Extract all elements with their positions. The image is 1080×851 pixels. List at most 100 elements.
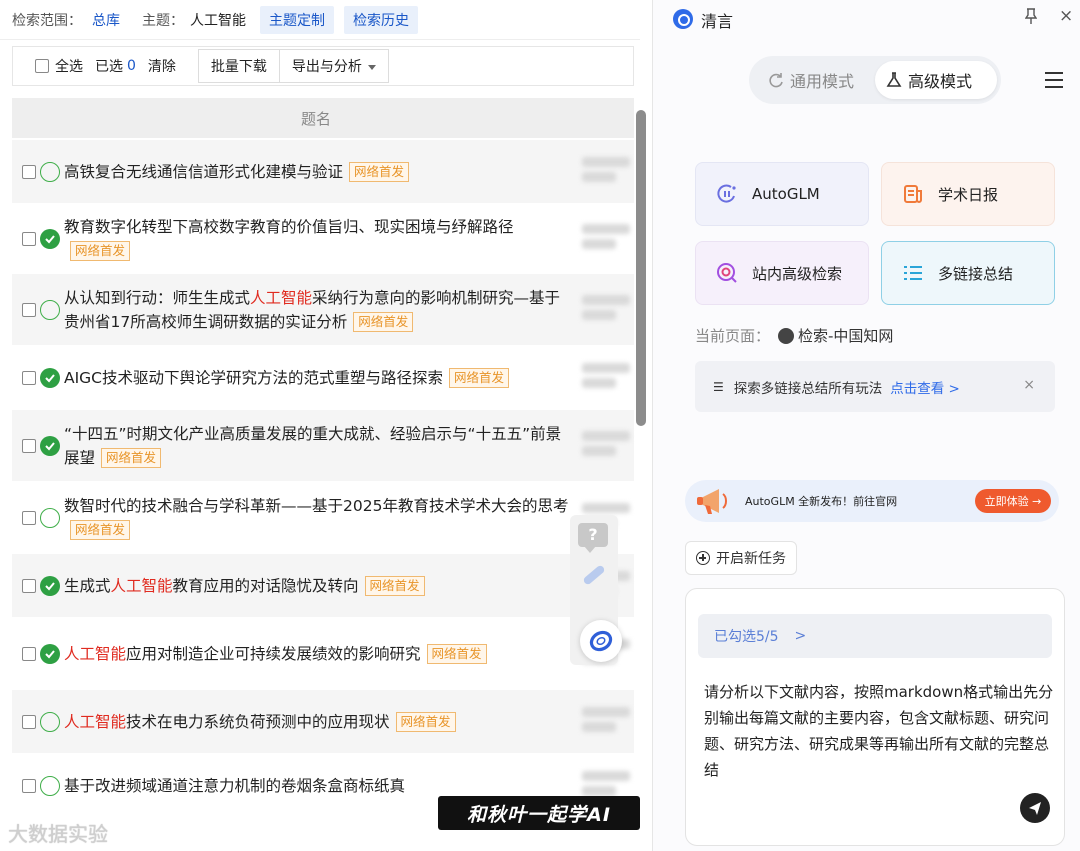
menu-icon[interactable] bbox=[1045, 72, 1063, 93]
current-page-site: 检索-中国知网 bbox=[778, 325, 893, 346]
title-text: 生成式 bbox=[64, 576, 111, 595]
select-all-label[interactable]: 全选 bbox=[55, 56, 83, 76]
row-checkbox[interactable] bbox=[22, 370, 36, 385]
table-row[interactable]: 生成式人工智能教育应用的对话隐忧及转向 网络首发 bbox=[12, 554, 634, 618]
title-keyword-highlight: 人工智能 bbox=[110, 576, 173, 595]
table-row[interactable]: 从认知到行动：师生生成式人工智能采纳行为意向的影响机制研究—基于贵州省17所高校… bbox=[12, 274, 634, 346]
author-column-blurred bbox=[582, 152, 630, 192]
row-checkbox[interactable] bbox=[22, 778, 36, 793]
feedback-icon[interactable]: ? bbox=[578, 523, 608, 553]
assistant-header: 清言 × bbox=[653, 0, 1080, 38]
result-title-link[interactable]: 数智时代的技术融合与学科革新——基于2025年教育技术学术大会的思考网络首发 bbox=[64, 494, 569, 542]
table-row[interactable]: 教育数字化转型下高校数字教育的价值旨归、现实困境与纾解路径网络首发 bbox=[12, 204, 634, 274]
qingyan-assistant-panel: 清言 × 通用模式 高级模式 AutoGLM 学术日报 站内高级检索 多链接总结… bbox=[652, 0, 1080, 851]
list-icon bbox=[900, 260, 926, 286]
plus-circle-icon bbox=[696, 551, 710, 565]
result-title-link[interactable]: 高铁复合无线通信信道形式化建模与验证 网络首发 bbox=[64, 160, 569, 184]
table-row[interactable]: “十四五”时期文化产业高质量发展的重大成就、经验启示与“十五五”前景展望 网络首发 bbox=[12, 410, 634, 482]
general-mode-tab[interactable]: 通用模式 bbox=[759, 61, 871, 99]
table-row[interactable]: 数智时代的技术融合与学科革新——基于2025年教育技术学术大会的思考网络首发 bbox=[12, 482, 634, 554]
online-first-badge: 网络首发 bbox=[395, 711, 456, 732]
assistant-name: 清言 bbox=[701, 12, 734, 31]
table-row[interactable]: 高铁复合无线通信信道形式化建模与验证 网络首发 bbox=[12, 140, 634, 204]
check-circle-icon[interactable] bbox=[40, 435, 60, 456]
author-column-blurred bbox=[582, 426, 630, 466]
title-text: 数智时代的技术融合与学科革新——基于2025年教育技术学术大会的思考 bbox=[64, 496, 569, 515]
scrollbar[interactable] bbox=[636, 110, 646, 426]
online-first-badge: 网络首发 bbox=[364, 575, 425, 596]
check-circle-icon[interactable] bbox=[40, 367, 60, 388]
advanced-search-card[interactable]: 站内高级检索 bbox=[695, 241, 869, 305]
row-checkbox[interactable] bbox=[22, 714, 36, 729]
custom-theme-button[interactable]: 主题定制 bbox=[260, 5, 334, 34]
scope-label: 检索范围： bbox=[12, 12, 82, 29]
mode-switch: 通用模式 高级模式 bbox=[749, 56, 1001, 104]
export-analyze-dropdown[interactable]: 导出与分析 bbox=[279, 49, 389, 83]
qingyan-float-button[interactable] bbox=[580, 620, 622, 662]
result-title-link[interactable]: 从认知到行动：师生生成式人工智能采纳行为意向的影响机制研究—基于贵州省17所高校… bbox=[64, 286, 569, 334]
empty-circle-icon[interactable] bbox=[40, 507, 60, 528]
table-row[interactable]: 人工智能技术在电力系统负荷预测中的应用现状 网络首发 bbox=[12, 690, 634, 754]
theme-value: 人工智能 bbox=[190, 12, 246, 29]
empty-circle-icon[interactable] bbox=[40, 299, 60, 320]
online-first-badge: 网络首发 bbox=[70, 519, 131, 540]
prompt-text[interactable]: 请分析以下文献内容，按照markdown格式输出先分别输出每篇文献的主要内容，包… bbox=[704, 679, 1054, 783]
result-title-link[interactable]: 人工智能技术在电力系统负荷预测中的应用现状 网络首发 bbox=[64, 710, 569, 734]
row-checkbox[interactable] bbox=[22, 231, 36, 246]
title-text: AIGC技术驱动下舆论学研究方法的范式重塑与路径探索 bbox=[64, 368, 444, 387]
chevron-down-icon bbox=[367, 64, 376, 70]
title-text: 应用对制造企业可持续发展绩效的影响研究 bbox=[126, 644, 421, 663]
qingyan-logo-icon bbox=[589, 630, 613, 652]
empty-circle-icon[interactable] bbox=[40, 775, 60, 796]
academic-daily-card[interactable]: 学术日报 bbox=[881, 162, 1055, 226]
table-row[interactable]: 人工智能应用对制造企业可持续发展绩效的影响研究 网络首发 bbox=[12, 618, 634, 690]
check-circle-icon[interactable] bbox=[40, 575, 60, 596]
check-circle-icon[interactable] bbox=[40, 643, 60, 664]
row-checkbox[interactable] bbox=[22, 510, 36, 525]
search-icon bbox=[714, 260, 740, 286]
title-text: 高铁复合无线通信信道形式化建模与验证 bbox=[64, 162, 344, 181]
pen-icon[interactable] bbox=[582, 564, 606, 586]
row-checkbox[interactable] bbox=[22, 646, 36, 661]
autoglm-icon bbox=[714, 181, 740, 207]
clear-button[interactable]: 清除 bbox=[148, 56, 176, 76]
result-title-link[interactable]: 生成式人工智能教育应用的对话隐忧及转向 网络首发 bbox=[64, 574, 569, 598]
advanced-mode-tab[interactable]: 高级模式 bbox=[875, 61, 997, 99]
pin-icon[interactable] bbox=[1024, 8, 1038, 28]
title-text: 教育应用的对话隐忧及转向 bbox=[172, 576, 359, 595]
table-row[interactable]: AIGC技术驱动下舆论学研究方法的范式重塑与路径探索 网络首发 bbox=[12, 346, 634, 410]
prompt-input-box[interactable]: 已勾选5/5 > 请分析以下文献内容，按照markdown格式输出先分别输出每篇… bbox=[685, 588, 1065, 846]
multi-link-summary-card[interactable]: 多链接总结 bbox=[881, 241, 1055, 305]
row-checkbox[interactable] bbox=[22, 302, 36, 317]
result-title-link[interactable]: 人工智能应用对制造企业可持续发展绩效的影响研究 网络首发 bbox=[64, 642, 569, 666]
advanced-search-label: 站内高级检索 bbox=[752, 264, 843, 283]
row-checkbox[interactable] bbox=[22, 164, 36, 179]
scope-value-link[interactable]: 总库 bbox=[92, 10, 120, 30]
close-icon[interactable]: × bbox=[1059, 6, 1073, 26]
autoglm-promo-banner[interactable]: AutoGLM 全新发布！前往官网 立即体验 → bbox=[685, 480, 1059, 522]
check-circle-icon[interactable] bbox=[40, 228, 60, 249]
empty-circle-icon[interactable] bbox=[40, 711, 60, 732]
try-now-button[interactable]: 立即体验 → bbox=[975, 489, 1051, 513]
search-history-button[interactable]: 检索历史 bbox=[344, 5, 418, 34]
result-title-link[interactable]: AIGC技术驱动下舆论学研究方法的范式重塑与路径探索 网络首发 bbox=[64, 366, 569, 390]
tip-more-link[interactable]: 点击查看 > bbox=[890, 377, 960, 397]
empty-circle-icon[interactable] bbox=[40, 161, 60, 182]
result-title-link[interactable]: 基于改进频域通道注意力机制的卷烟条盒商标纸真 bbox=[64, 774, 569, 798]
result-title-link[interactable]: “十四五”时期文化产业高质量发展的重大成就、经验启示与“十五五”前景展望 网络首发 bbox=[64, 422, 569, 470]
new-task-button[interactable]: 开启新任务 bbox=[685, 541, 797, 575]
autoglm-card[interactable]: AutoGLM bbox=[695, 162, 869, 226]
row-checkbox[interactable] bbox=[22, 578, 36, 593]
row-checkbox[interactable] bbox=[22, 438, 36, 453]
batch-download-button[interactable]: 批量下载 bbox=[197, 49, 280, 83]
select-all-checkbox[interactable] bbox=[35, 59, 49, 73]
table-header-title[interactable]: 题名 bbox=[12, 98, 634, 138]
author-column-blurred bbox=[582, 702, 630, 742]
title-keyword-highlight: 人工智能 bbox=[64, 712, 127, 731]
close-tip-icon[interactable]: × bbox=[1023, 377, 1035, 393]
online-first-badge: 网络首发 bbox=[101, 447, 162, 468]
title-text: 从认知到行动：师生生成式 bbox=[64, 288, 251, 307]
selected-docs-chip[interactable]: 已勾选5/5 > bbox=[698, 614, 1052, 658]
send-button[interactable] bbox=[1020, 793, 1050, 823]
result-title-link[interactable]: 教育数字化转型下高校数字教育的价值旨归、现实困境与纾解路径网络首发 bbox=[64, 215, 569, 263]
